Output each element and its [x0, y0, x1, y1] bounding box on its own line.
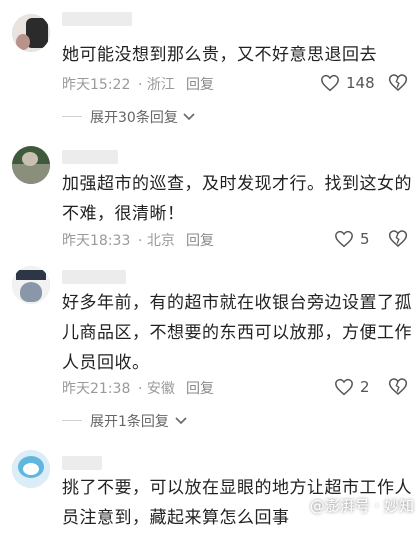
- comment-text: 好多年前，有的超市就在收银台旁边设置了孤儿商品区，不想要的东西可以放那，方便工作…: [62, 293, 412, 373]
- comment-meta: 昨天15:22 · 浙江 回复 148: [62, 72, 412, 94]
- reply-button[interactable]: 回复: [186, 74, 214, 94]
- comment-time: 昨天15:22: [62, 77, 131, 93]
- reply-button[interactable]: 回复: [186, 230, 214, 250]
- expand-replies-label: 展开30条回复: [90, 110, 178, 126]
- avatar[interactable]: [12, 14, 50, 52]
- dislike-button[interactable]: [388, 377, 408, 400]
- divider-line: [62, 116, 82, 117]
- broken-heart-icon: [388, 230, 408, 247]
- broken-heart-icon: [388, 74, 408, 91]
- avatar[interactable]: [12, 266, 50, 304]
- chevron-down-icon: [183, 113, 195, 121]
- username-blurred[interactable]: [62, 12, 132, 26]
- heart-outline-icon: [335, 230, 353, 248]
- dislike-button[interactable]: [388, 73, 408, 96]
- avatar[interactable]: [12, 450, 50, 488]
- dislike-button[interactable]: [388, 229, 408, 252]
- comment-text: 她可能没想到那么贵，又不好意思退回去: [62, 45, 377, 65]
- like-count: 2: [360, 378, 370, 396]
- comment-meta: 昨天18:33 · 北京 回复 5: [62, 228, 412, 250]
- comment-text: 加强超市的巡查，及时发现才行。找到这女的不难，很清晰！: [62, 174, 412, 224]
- heart-outline-icon: [321, 74, 339, 92]
- divider-line: [62, 420, 82, 421]
- like-count: 148: [346, 74, 375, 92]
- username-blurred[interactable]: [62, 456, 102, 470]
- comment-time: 昨天21:38: [62, 381, 131, 397]
- username-blurred[interactable]: [62, 150, 118, 164]
- broken-heart-icon: [388, 378, 408, 395]
- expand-replies-label: 展开1条回复: [90, 414, 169, 430]
- comment-location: · 浙江: [138, 77, 175, 93]
- comment-location: · 安徽: [138, 381, 175, 397]
- like-count: 5: [360, 230, 370, 248]
- reply-button[interactable]: 回复: [186, 378, 214, 398]
- comment-meta: 昨天21:38 · 安徽 回复 2: [62, 376, 412, 398]
- chevron-down-icon: [175, 417, 187, 425]
- watermark: @澎湃号 · 妙知: [309, 497, 414, 515]
- comment-location: · 北京: [138, 233, 175, 249]
- avatar[interactable]: [12, 146, 50, 184]
- username-blurred[interactable]: [62, 270, 126, 284]
- heart-outline-icon: [335, 378, 353, 396]
- comment-time: 昨天18:33: [62, 233, 131, 249]
